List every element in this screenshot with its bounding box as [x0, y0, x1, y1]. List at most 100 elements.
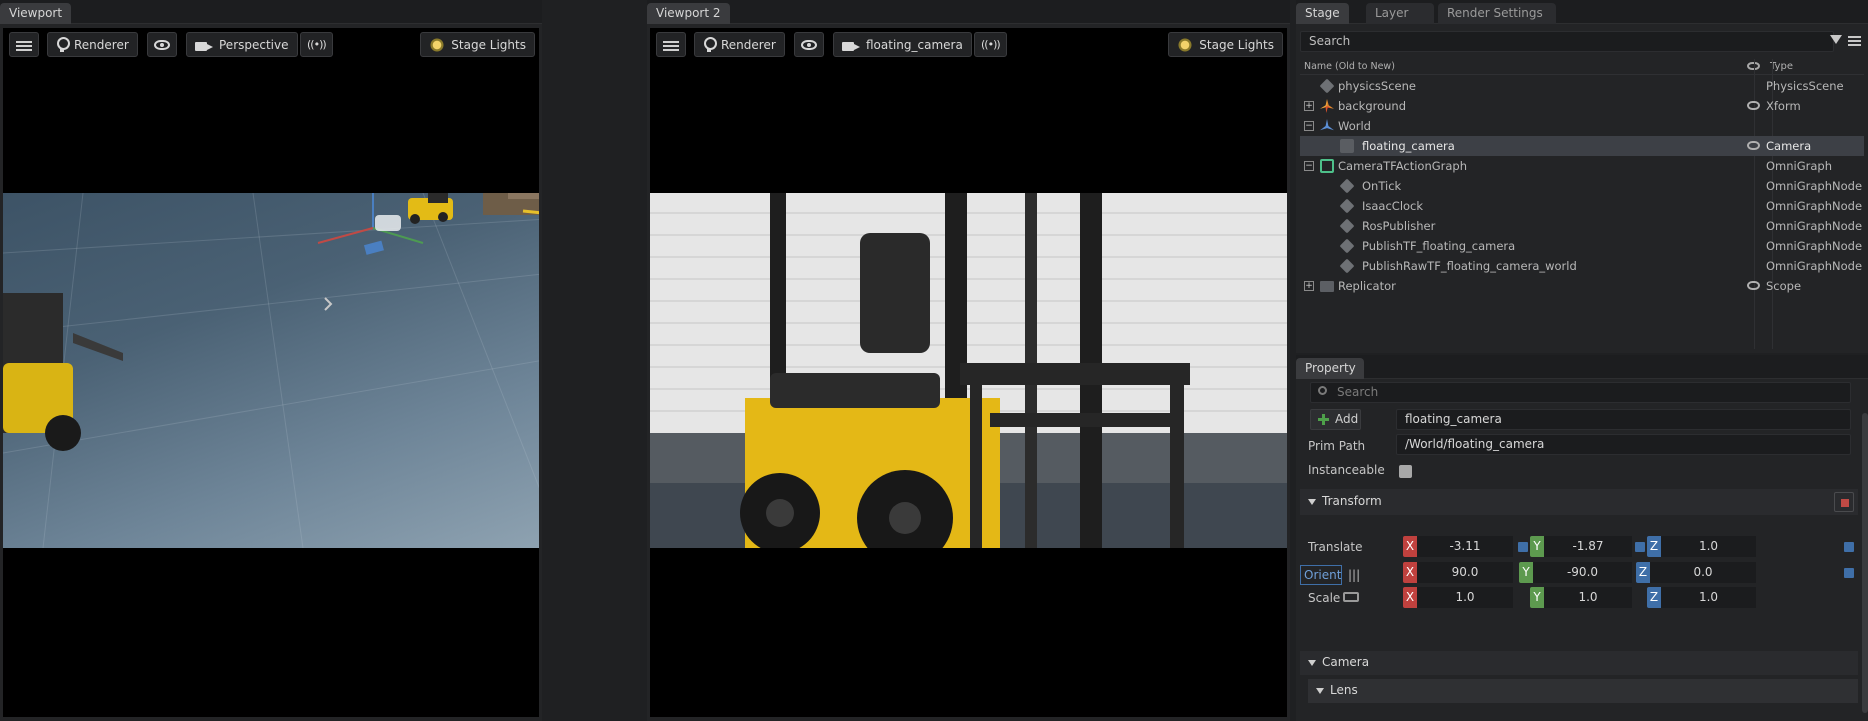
tree-row-rospublisher[interactable]: RosPublisher OmniGraphNode — [1300, 216, 1864, 236]
orient-x-field[interactable]: 90.0 — [1417, 562, 1513, 583]
scale-y-field[interactable]: 1.0 — [1544, 587, 1632, 608]
visibility-eye-icon[interactable] — [1747, 141, 1760, 150]
camera-label: floating_camera — [866, 37, 963, 52]
viewport-tabstrip: Viewport — [0, 0, 542, 24]
filter-icon[interactable] — [1830, 35, 1842, 44]
tab-viewport[interactable]: Viewport — [0, 3, 72, 24]
viewport-settings-button[interactable] — [9, 32, 39, 57]
viewport-canvas[interactable]: Renderer Perspective ((•)) Stage Lights — [3, 28, 539, 717]
property-panel: Property Search Add floating_camera Prim… — [1296, 355, 1868, 721]
viewport2-camera-select-button[interactable]: floating_camera — [833, 32, 972, 57]
column-type-header[interactable]: Type — [1770, 61, 1793, 72]
translate-y-field[interactable]: -1.87 — [1544, 536, 1632, 557]
search-placeholder: Search — [1337, 385, 1379, 399]
collapse-arrow-icon — [1308, 499, 1316, 505]
link-toggle-icon[interactable] — [1844, 568, 1854, 578]
property-scrollbar[interactable] — [1862, 413, 1868, 713]
tree-row-physicsscene[interactable]: physicsScene PhysicsScene — [1300, 76, 1864, 96]
prim-type: OmniGraphNode — [1766, 199, 1863, 213]
lens-section-header[interactable]: Lens — [1308, 679, 1858, 703]
collapse-arrow-icon — [1308, 660, 1316, 666]
property-search-input[interactable]: Search — [1310, 382, 1851, 403]
stage-lights-button[interactable]: Stage Lights — [420, 32, 535, 57]
prim-cube-icon — [1339, 218, 1355, 234]
orient-y-field[interactable]: -90.0 — [1533, 562, 1632, 583]
tree-row-publishrawtf[interactable]: PublishRawTF_floating_camera_world OmniG… — [1300, 256, 1864, 276]
tab-render-settings[interactable]: Render Settings — [1438, 3, 1556, 24]
stage-tabstrip: Stage Layer Render Settings — [1296, 0, 1868, 24]
stage-lights-label: Stage Lights — [451, 37, 526, 52]
scale-lock-icon[interactable] — [1343, 592, 1359, 602]
prim-name: Replicator — [1338, 279, 1396, 293]
tree-row-background[interactable]: + background Xform — [1300, 96, 1864, 116]
expand-icon[interactable]: + — [1304, 281, 1314, 291]
viewport2-settings-button[interactable] — [656, 32, 686, 57]
viewport2-canvas[interactable]: Renderer floating_camera ((•)) Stage Lig… — [650, 28, 1287, 717]
prim-name: RosPublisher — [1362, 219, 1436, 233]
stage-lights-label: Stage Lights — [1199, 37, 1274, 52]
broadcast-icon: ((•)) — [981, 38, 1001, 51]
renderer-button[interactable]: Renderer — [47, 32, 138, 57]
expand-icon[interactable]: + — [1304, 101, 1314, 111]
property-tabstrip: Property — [1296, 355, 1868, 379]
collapse-icon[interactable]: − — [1304, 161, 1314, 171]
link-toggle-icon[interactable] — [1518, 542, 1528, 552]
prim-name-field[interactable]: floating_camera — [1396, 409, 1851, 430]
tree-row-world[interactable]: − World — [1300, 116, 1864, 136]
link-toggle-icon[interactable] — [1844, 542, 1854, 552]
scale-z-field[interactable]: 1.0 — [1661, 587, 1756, 608]
tree-row-isaacclock[interactable]: IsaacClock OmniGraphNode — [1300, 196, 1864, 216]
tab-viewport2[interactable]: Viewport 2 — [647, 3, 730, 24]
rotation-order-icon[interactable]: ||| — [1348, 568, 1360, 582]
translate-x-field[interactable]: -3.11 — [1417, 536, 1513, 557]
tree-row-ontick[interactable]: OnTick OmniGraphNode — [1300, 176, 1864, 196]
forklift-render — [650, 193, 1287, 548]
camera-select-button[interactable]: Perspective — [186, 32, 298, 57]
sun-icon — [429, 36, 446, 53]
orient-z-field[interactable]: 0.0 — [1650, 562, 1756, 583]
sun-icon — [1177, 36, 1194, 53]
viewport2-streaming-button[interactable]: ((•)) — [974, 32, 1007, 57]
viewport2-display-options-button[interactable] — [794, 32, 824, 57]
prim-name: CameraTFActionGraph — [1338, 159, 1468, 173]
tab-property[interactable]: Property — [1296, 358, 1364, 379]
visibility-eye-icon[interactable] — [1747, 101, 1760, 110]
tree-row-replicator[interactable]: + Replicator Scope — [1300, 276, 1864, 296]
scale-x-field[interactable]: 1.0 — [1417, 587, 1513, 608]
scale-label: Scale — [1308, 591, 1341, 605]
floor-tiles — [3, 193, 539, 548]
tab-layer[interactable]: Layer — [1366, 3, 1434, 24]
column-name-header[interactable]: Name (Old to New) — [1304, 61, 1395, 72]
viewport2-stage-lights-button[interactable]: Stage Lights — [1168, 32, 1283, 57]
display-options-button[interactable] — [147, 32, 177, 57]
transform-section-header[interactable]: Transform — [1300, 489, 1858, 515]
orient-label-text: Orient — [1304, 568, 1342, 582]
camera-section-header[interactable]: Camera — [1300, 651, 1858, 675]
tree-row-publishtf[interactable]: PublishTF_floating_camera OmniGraphNode — [1300, 236, 1864, 256]
translate-label: Translate — [1308, 540, 1363, 554]
stage-tree: physicsScene PhysicsScene + background X… — [1300, 76, 1864, 296]
viewport-scene-image — [3, 193, 539, 548]
streaming-button[interactable]: ((•)) — [300, 32, 333, 57]
translate-x-axis: X — [1403, 536, 1417, 557]
translate-z-field[interactable]: 1.0 — [1661, 536, 1756, 557]
tab-stage[interactable]: Stage — [1296, 3, 1349, 24]
translate-y-axis: Y — [1530, 536, 1544, 557]
orient-x-axis: X — [1403, 562, 1417, 583]
link-toggle-icon[interactable] — [1635, 542, 1645, 552]
tree-row-floating-camera[interactable]: floating_camera Camera — [1300, 136, 1864, 156]
collapse-icon[interactable]: − — [1304, 121, 1314, 131]
tree-row-cameratfactiongraph[interactable]: − CameraTFActionGraph OmniGraph — [1300, 156, 1864, 176]
stage-search-input[interactable]: Search — [1300, 31, 1834, 52]
orient-label[interactable]: Orient — [1300, 565, 1342, 585]
options-menu-icon[interactable] — [1848, 36, 1861, 38]
instanceable-checkbox[interactable] — [1399, 465, 1412, 478]
visibility-eye-icon[interactable] — [1747, 281, 1760, 290]
add-button[interactable]: Add — [1310, 409, 1361, 430]
scale-x-axis: X — [1403, 587, 1417, 608]
prim-name: PublishTF_floating_camera — [1362, 239, 1516, 253]
prim-path-field[interactable]: /World/floating_camera — [1396, 434, 1851, 455]
transform-options-icon[interactable] — [1834, 492, 1854, 512]
viewport2-renderer-button[interactable]: Renderer — [694, 32, 785, 57]
renderer-label: Renderer — [74, 37, 129, 52]
